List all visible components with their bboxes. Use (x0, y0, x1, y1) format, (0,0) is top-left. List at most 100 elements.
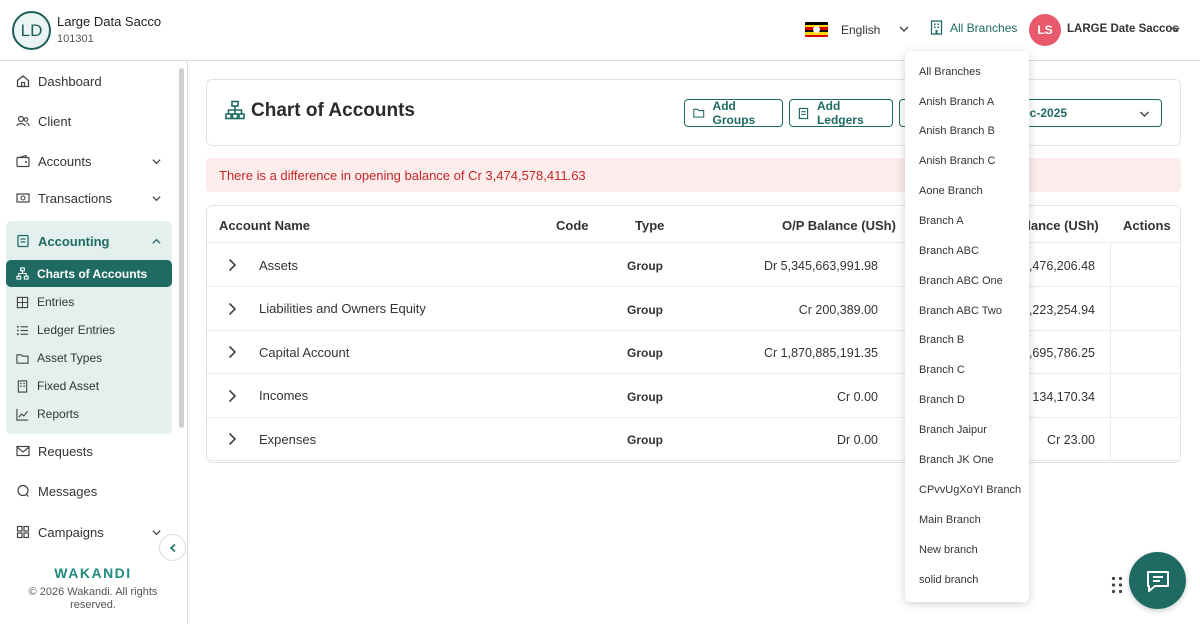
add-ledgers-button[interactable]: Add Ledgers (789, 99, 893, 127)
chevron-down-icon[interactable] (898, 23, 910, 35)
sidebar-collapse-button[interactable] (159, 534, 186, 561)
book-icon (17, 234, 29, 248)
branch-option[interactable]: solid branch (905, 567, 1029, 593)
row-divider (207, 417, 1180, 418)
period-select[interactable]: ec-2025 (1018, 99, 1162, 127)
uganda-flag-icon[interactable] (805, 22, 828, 37)
sidebar-item-entries[interactable]: Entries (6, 289, 172, 315)
add-groups-label: Add Groups (712, 99, 756, 127)
sidebar-item-reports[interactable]: Reports (6, 401, 172, 427)
sidebar-item-fixed-asset[interactable]: Fixed Asset (6, 373, 172, 399)
branch-dropdown-menu: All Branches Anish Branch A Anish Branch… (905, 51, 1029, 602)
branch-option[interactable]: Branch C (905, 357, 1029, 383)
sidebar-item-label: Ledger Entries (37, 323, 116, 337)
sidebar-item-charts-of-accounts[interactable]: Charts of Accounts (6, 260, 172, 287)
sidebar-scrollbar[interactable] (179, 68, 184, 428)
chevron-down-icon (152, 159, 161, 165)
cl-balance: 7,476,206.48 (1022, 259, 1095, 273)
branch-option[interactable]: Branch B (905, 327, 1029, 353)
column-header-actions[interactable]: Actions (1123, 218, 1171, 233)
branch-selector-button[interactable]: All Branches (930, 20, 1017, 35)
op-balance: Dr 5,345,663,991.98 (764, 259, 878, 273)
chevron-right-icon[interactable] (224, 301, 240, 317)
chevron-right-icon[interactable] (224, 344, 240, 360)
column-header-type[interactable]: Type (635, 218, 664, 233)
account-type: Group (627, 433, 663, 447)
accounts-table (206, 205, 1181, 463)
drag-handle-icon[interactable] (1111, 576, 1123, 594)
branch-option[interactable]: Branch A (905, 208, 1029, 234)
chevron-down-icon (1140, 111, 1149, 117)
branch-option[interactable]: Aone Branch (905, 178, 1029, 204)
sidebar-item-label: Transactions (38, 190, 112, 206)
sidebar-item-dashboard[interactable]: Dashboard (6, 66, 172, 96)
op-balance: Cr 200,389.00 (798, 303, 878, 317)
home-icon (16, 75, 30, 88)
row-divider (207, 242, 1180, 243)
account-name: Liabilities and Owners Equity (259, 301, 426, 316)
language-label[interactable]: English (841, 23, 880, 37)
sidebar-item-campaigns[interactable]: Campaigns (6, 517, 172, 547)
hierarchy-icon (225, 100, 245, 120)
branch-option[interactable]: CPvvUgXoYI Branch (905, 477, 1029, 503)
op-balance: Dr 0.00 (837, 433, 878, 447)
user-name[interactable]: LARGE Date Saccos (1067, 23, 1179, 35)
chart-line-icon (16, 408, 29, 421)
sidebar-item-ledger-entries[interactable]: Ledger Entries (6, 317, 172, 343)
chevron-right-icon[interactable] (224, 257, 240, 273)
page-title: Chart of Accounts (251, 100, 415, 121)
column-header-cl-balance[interactable]: alance (USh) (1020, 218, 1099, 233)
row-divider (207, 460, 1180, 461)
op-balance: Cr 0.00 (837, 390, 878, 404)
folder-icon (16, 353, 29, 364)
branch-option[interactable]: Main Branch (905, 507, 1029, 533)
column-header-account-name[interactable]: Account Name (219, 218, 310, 233)
sidebar-item-label: Campaigns (38, 524, 104, 540)
branch-option[interactable]: Anish Branch B (905, 118, 1029, 144)
chat-support-button[interactable] (1129, 552, 1186, 609)
grid-icon (16, 525, 30, 539)
org-avatar[interactable]: LD (12, 11, 51, 50)
branch-option[interactable]: Branch JK One (905, 447, 1029, 473)
chevron-down-icon[interactable] (1170, 24, 1181, 35)
sidebar-item-asset-types[interactable]: Asset Types (6, 345, 172, 371)
sidebar-item-requests[interactable]: Requests (6, 436, 172, 466)
sidebar-item-label: Accounts (38, 153, 92, 169)
period-select-value: ec-2025 (1023, 106, 1068, 120)
column-header-code[interactable]: Code (556, 218, 589, 233)
chat-icon (17, 484, 29, 497)
account-type: Group (627, 346, 663, 360)
sidebar-item-transactions[interactable]: Transactions (6, 183, 172, 213)
branch-option[interactable]: Branch ABC (905, 238, 1029, 264)
cl-balance: 5,695,786.25 (1022, 346, 1095, 360)
org-name: Large Data Sacco (57, 14, 162, 29)
sidebar-item-accounting[interactable]: Accounting (6, 226, 172, 256)
sidebar-item-accounts[interactable]: Accounts (6, 146, 172, 176)
chevron-right-icon[interactable] (224, 388, 240, 404)
branch-option[interactable]: All Branches (905, 59, 1029, 85)
org-code: 101301 (57, 33, 94, 45)
wallet-icon (16, 154, 30, 168)
branch-option[interactable]: Branch ABC Two (905, 298, 1029, 324)
folder-icon (693, 108, 705, 118)
branch-option[interactable]: Branch D (905, 387, 1029, 413)
branch-option[interactable]: Branch Jaipur (905, 417, 1029, 443)
account-name: Capital Account (259, 345, 350, 360)
sidebar-item-messages[interactable]: Messages (6, 476, 172, 506)
branch-option[interactable]: Anish Branch C (905, 148, 1029, 174)
hierarchy-icon (16, 267, 29, 280)
sidebar-item-client[interactable]: Client (6, 106, 172, 136)
sidebar-item-label: Requests (38, 443, 93, 459)
chevron-left-icon (169, 543, 176, 552)
building-icon (930, 20, 943, 35)
branch-option[interactable]: New branch (905, 537, 1029, 563)
branch-selector-label: All Branches (950, 20, 1018, 35)
sidebar-item-label: Client (38, 113, 72, 129)
column-header-op-balance[interactable]: O/P Balance (USh) (782, 218, 896, 233)
branch-option[interactable]: Anish Branch A (905, 89, 1029, 115)
user-avatar[interactable]: LS (1029, 14, 1061, 46)
cl-balance: 7,223,254.94 (1022, 303, 1095, 317)
chevron-right-icon[interactable] (224, 431, 240, 447)
branch-option[interactable]: Branch ABC One (905, 268, 1029, 294)
add-groups-button[interactable]: Add Groups (684, 99, 783, 127)
